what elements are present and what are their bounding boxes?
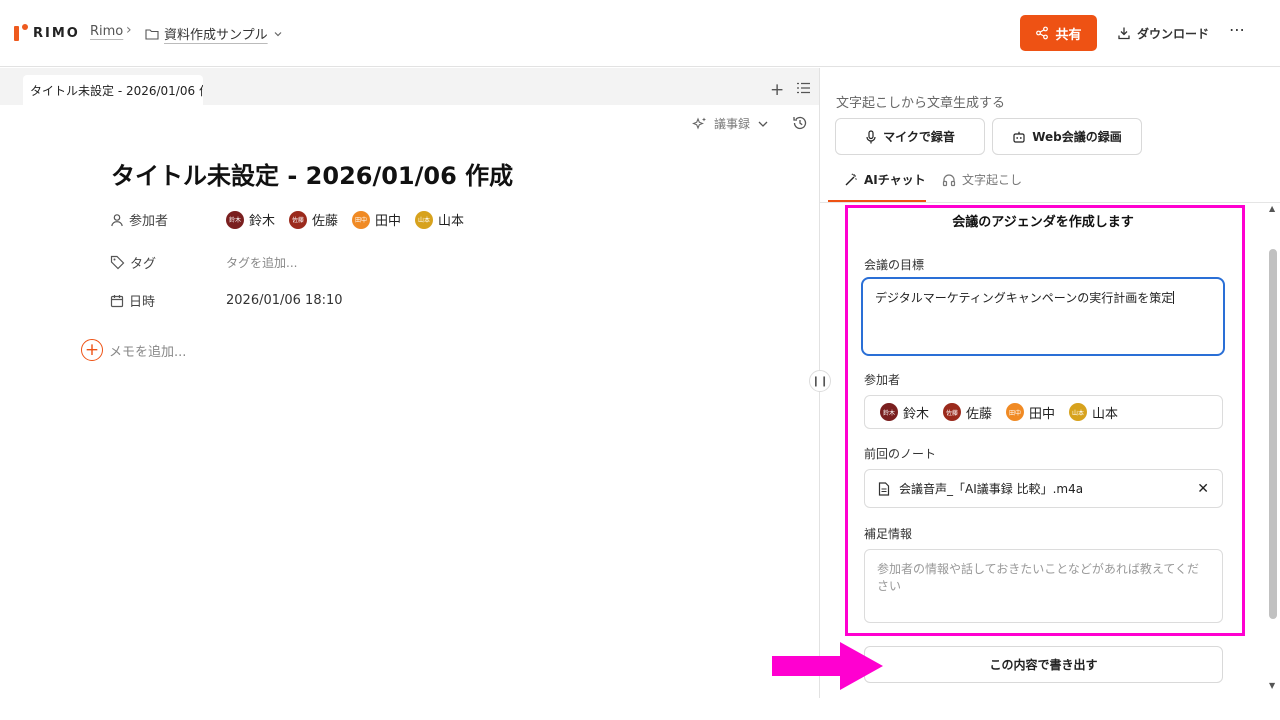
avatar: 佐藤 — [289, 210, 308, 229]
share-label: 共有 — [1055, 27, 1082, 43]
participant-name: 佐藤 — [312, 214, 339, 229]
avatar: 鈴木 — [226, 210, 244, 229]
tab-transcript-label: 文字起こし — [962, 173, 1023, 187]
tab-list-icon[interactable] — [797, 82, 810, 94]
download-button[interactable]: ダウンロード — [1117, 15, 1209, 51]
add-tab-plus-icon[interactable]: + — [770, 80, 784, 100]
participant-chip[interactable]: 佐藤 佐藤 — [289, 210, 338, 229]
breadcrumb-root[interactable]: Rimo — [90, 24, 123, 39]
participant-chip[interactable]: 山本 山本 — [415, 210, 464, 229]
calendar-icon — [110, 294, 124, 307]
datetime-label: 日時 — [129, 295, 156, 310]
person-icon — [111, 213, 123, 226]
document-tab[interactable]: タイトル未設定 - 2026/01/06 作成 — [23, 75, 203, 105]
share-icon — [1036, 26, 1049, 40]
scroll-down-icon[interactable]: ▼ — [1269, 681, 1275, 690]
participant-chips[interactable]: 鈴木 鈴木 佐藤 佐藤 田中 田中 山本 山本 — [226, 210, 464, 229]
participant-chip[interactable]: 田中 田中 — [352, 210, 401, 229]
tab-ai-chat-label: AIチャット — [864, 173, 926, 187]
avatar: 山本 — [415, 210, 434, 229]
tab-ai-chat[interactable]: AIチャット — [844, 171, 926, 188]
web-meeting-record-label: Web会議の録画 — [1032, 130, 1122, 144]
participant-name: 山本 — [438, 214, 465, 229]
folder-icon — [145, 28, 159, 40]
mic-record-button[interactable]: マイクで録音 — [835, 118, 985, 155]
datetime-value[interactable]: 2026/01/06 18:10 — [226, 293, 343, 308]
rimo-logo[interactable]: RIMO — [14, 22, 80, 44]
download-icon — [1118, 27, 1130, 40]
avatar: 田中 — [352, 210, 371, 229]
chevron-down-icon — [274, 31, 282, 36]
headphones-icon — [942, 173, 956, 186]
highlight-annotation-box — [845, 205, 1245, 636]
participant-name: 田中 — [375, 214, 402, 229]
breadcrumb-separator-icon: › — [126, 22, 132, 38]
add-memo-button[interactable]: + メモを追加... — [81, 339, 186, 361]
tab-divider — [820, 202, 1280, 203]
participants-label: 参加者 — [129, 214, 169, 229]
datetime-row: 日時 2026/01/06 18:10 — [110, 291, 343, 310]
minutes-template-select[interactable]: 議事録 — [692, 115, 770, 132]
pause-icon: ❙❙ — [811, 375, 829, 387]
minutes-template-label: 議事録 — [714, 117, 751, 131]
logo-text: RIMO — [33, 25, 80, 41]
tag-input[interactable]: タグを追加... — [226, 254, 297, 271]
add-memo-label: メモを追加... — [109, 344, 187, 360]
chevron-down-icon — [758, 121, 768, 127]
logo-dot-icon — [22, 24, 28, 30]
more-menu-button[interactable]: ⋯ — [1229, 20, 1246, 39]
pointer-arrow-icon — [772, 642, 883, 690]
tab-transcript[interactable]: 文字起こし — [942, 171, 1022, 188]
scrollbar-thumb[interactable] — [1269, 249, 1277, 619]
web-meeting-record-button[interactable]: Web会議の録画 — [992, 118, 1142, 155]
tag-row: タグ タグを追加... — [110, 253, 297, 272]
scroll-up-icon[interactable]: ▲ — [1269, 204, 1275, 213]
mic-record-label: マイクで録音 — [883, 130, 955, 144]
microphone-icon — [866, 129, 876, 143]
magic-wand-icon — [845, 173, 857, 185]
document-title[interactable]: タイトル未設定 - 2026/01/06 作成 — [111, 156, 513, 191]
participant-chip[interactable]: 鈴木 鈴木 — [226, 210, 275, 229]
tag-label: タグ — [130, 257, 157, 272]
history-icon[interactable] — [792, 115, 808, 131]
share-button[interactable]: 共有 — [1020, 15, 1097, 51]
generate-section-title: 文字起こしから文章生成する — [836, 96, 1006, 111]
app-header: RIMO Rimo › 資料作成サンプル 共有 ダウンロード ⋯ — [0, 0, 1280, 67]
sparkle-icon — [692, 117, 706, 129]
tag-icon — [110, 255, 125, 270]
plus-circle-icon: + — [81, 339, 103, 361]
download-label: ダウンロード — [1137, 26, 1210, 41]
pane-resize-handle[interactable]: ❙❙ — [809, 370, 831, 392]
breadcrumb-folder[interactable]: 資料作成サンプル — [145, 24, 283, 43]
participants-row: 参加者 鈴木 鈴木 佐藤 佐藤 田中 田中 山本 山本 — [110, 210, 464, 229]
participant-name: 鈴木 — [249, 214, 276, 229]
export-button[interactable]: この内容で書き出す — [864, 646, 1223, 683]
active-tab-indicator — [828, 200, 926, 202]
logo-mark-icon — [14, 25, 19, 41]
folder-name: 資料作成サンプル — [164, 28, 268, 43]
document-tab-bar: タイトル未設定 - 2026/01/06 作成 — [0, 68, 819, 105]
bot-icon — [1013, 131, 1025, 143]
